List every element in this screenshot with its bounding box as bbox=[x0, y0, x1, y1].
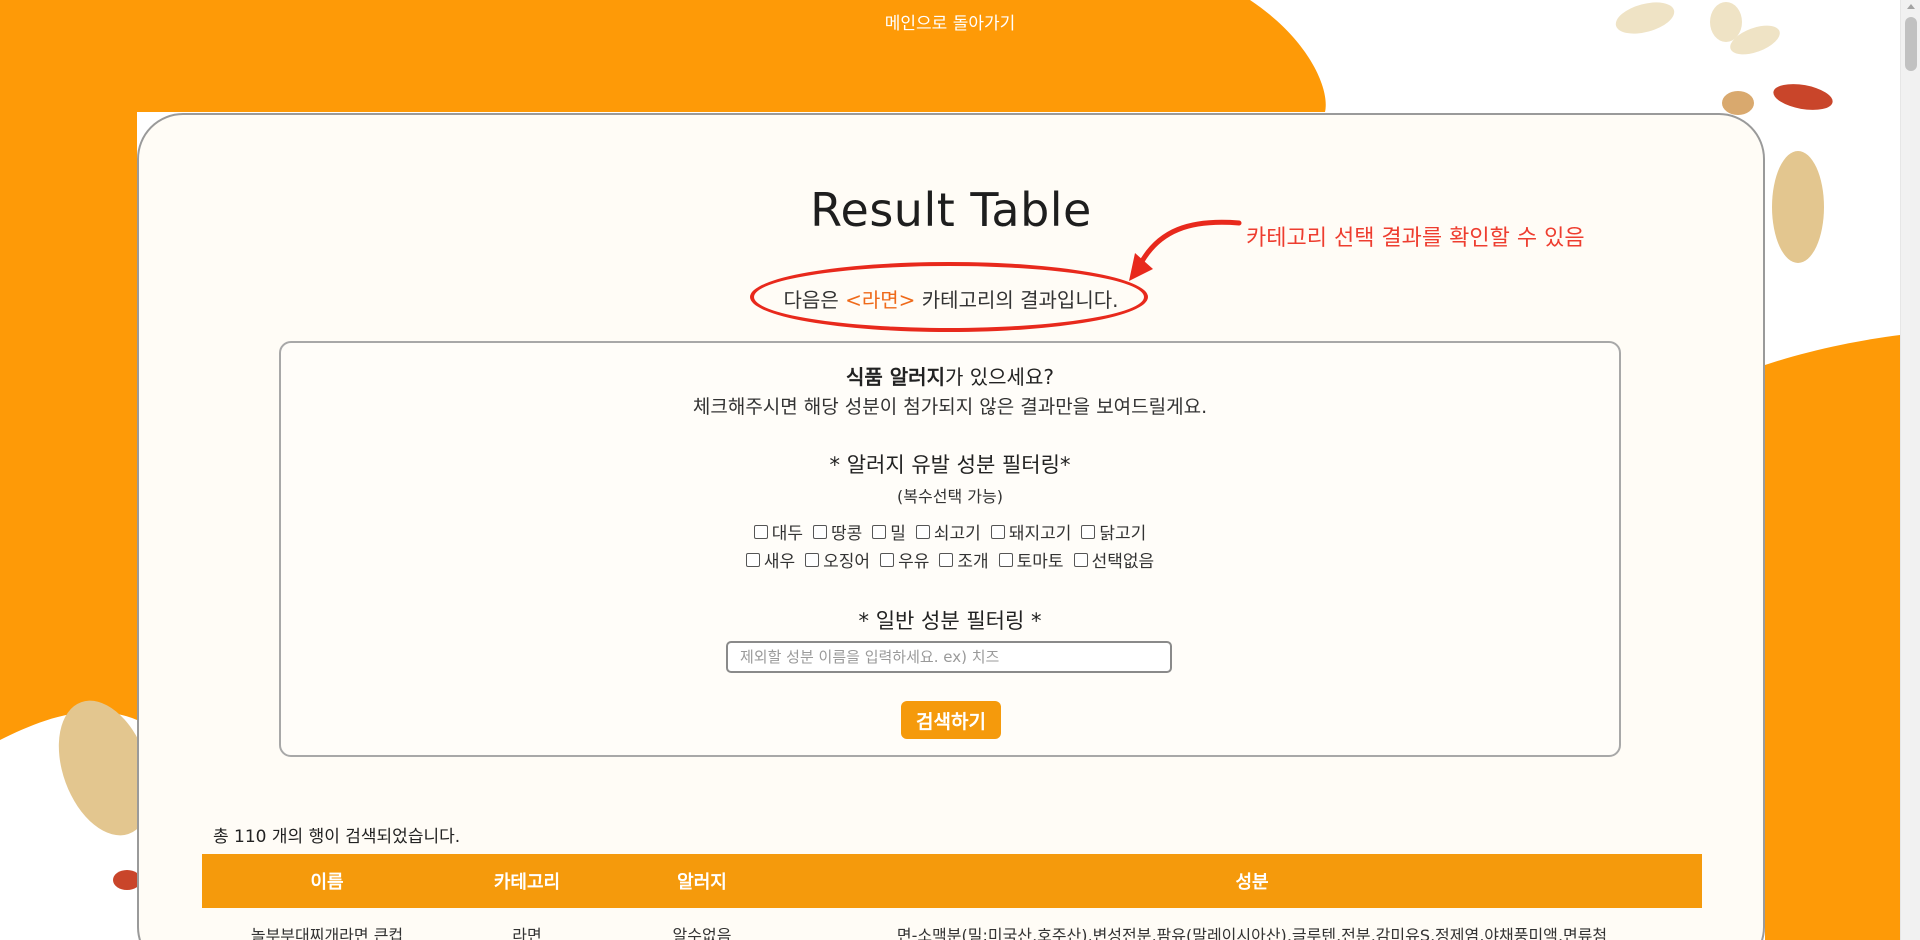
checkbox-icon[interactable] bbox=[939, 552, 954, 567]
filter-description: 체크해주시면 해당 성분이 첨가되지 않은 결과만을 보여드릴게요. bbox=[692, 396, 1208, 418]
search-button[interactable]: 검색하기 bbox=[901, 701, 1001, 739]
checkbox-icon[interactable] bbox=[872, 524, 887, 539]
checkbox-icon[interactable] bbox=[990, 524, 1005, 539]
allergen-label: 선택없음 bbox=[1091, 552, 1155, 572]
allergy-question-bold: 식품 알러지 bbox=[846, 365, 945, 389]
checkbox-icon[interactable] bbox=[1081, 524, 1096, 539]
allergen-label: 땅콩 bbox=[830, 524, 863, 544]
scrollbar-thumb[interactable] bbox=[1905, 17, 1917, 71]
allergen-label: 토마토 bbox=[1016, 552, 1064, 572]
back-to-main-link[interactable]: 메인으로 돌아가기 bbox=[885, 9, 1016, 34]
checkbox-icon[interactable] bbox=[812, 524, 827, 539]
allergen-checkbox-squid[interactable]: 오징어 bbox=[805, 547, 870, 572]
allergen-label: 쇠고기 bbox=[933, 524, 981, 544]
allergen-checkbox-shrimp[interactable]: 새우 bbox=[745, 547, 796, 572]
filter-panel: 식품 알러지가 있으세요? 체크해주시면 해당 성분이 첨가되지 않은 결과만을… bbox=[279, 341, 1621, 757]
table-row[interactable]: 놀부부대찌개라면 큰컵 라면 알수없음 면-소맥분(밀:미국산,호주산),변성전… bbox=[202, 908, 1702, 940]
cell-category: 라면 bbox=[452, 908, 602, 940]
allergen-checkbox-none[interactable]: 선택없음 bbox=[1073, 547, 1155, 572]
checkbox-icon[interactable] bbox=[880, 552, 895, 567]
checkbox-icon[interactable] bbox=[998, 552, 1013, 567]
allergen-checkbox-peanut[interactable]: 땅콩 bbox=[812, 519, 863, 544]
annotation-note: 카테고리 선택 결과를 확인할 수 있음 bbox=[1246, 226, 1585, 251]
allergy-filter-subtitle: (복수선택 가능) bbox=[897, 487, 1003, 506]
allergy-filter-title: * 알러지 유발 성분 필터링* bbox=[829, 453, 1071, 477]
allergen-label: 오징어 bbox=[823, 552, 871, 572]
checkbox-icon[interactable] bbox=[745, 552, 760, 567]
allergen-label: 돼지고기 bbox=[1008, 524, 1072, 544]
allergen-checkbox-row-2: 새우 오징어 우유 조개 토마토 선택없음 bbox=[281, 547, 1619, 572]
cell-name: 놀부부대찌개라면 큰컵 bbox=[202, 908, 452, 940]
exclude-ingredient-input[interactable] bbox=[726, 641, 1172, 673]
checkbox-icon[interactable] bbox=[1073, 552, 1088, 567]
allergen-checkbox-beef[interactable]: 쇠고기 bbox=[915, 519, 981, 544]
allergen-checkbox-tomato[interactable]: 토마토 bbox=[998, 547, 1064, 572]
checkbox-icon[interactable] bbox=[915, 524, 930, 539]
allergen-label: 대두 bbox=[771, 524, 803, 544]
allergen-checkbox-shellfish[interactable]: 조개 bbox=[939, 547, 989, 572]
result-table: 이름 카테고리 알러지 성분 놀부부대찌개라면 큰컵 라면 알수없음 면-소맥분… bbox=[202, 854, 1702, 940]
column-header-allergy[interactable]: 알러지 bbox=[602, 854, 802, 908]
allergen-label: 밀 bbox=[890, 524, 906, 544]
checkbox-icon[interactable] bbox=[753, 524, 768, 539]
allergy-question: 식품 알러지가 있으세요? bbox=[281, 361, 1619, 390]
allergen-checkbox-wheat[interactable]: 밀 bbox=[872, 519, 906, 544]
allergen-label: 닭고기 bbox=[1099, 524, 1147, 544]
scroll-up-arrow-icon[interactable] bbox=[1907, 4, 1915, 9]
allergy-question-rest: 가 있으세요? bbox=[944, 365, 1054, 389]
column-header-name[interactable]: 이름 bbox=[202, 854, 452, 908]
annotation-arrow-icon bbox=[1129, 219, 1242, 281]
column-header-category[interactable]: 카테고리 bbox=[452, 854, 602, 908]
checkbox-icon[interactable] bbox=[805, 552, 820, 567]
allergen-checkbox-soybean[interactable]: 대두 bbox=[753, 519, 803, 544]
allergen-checkbox-chicken[interactable]: 닭고기 bbox=[1081, 519, 1146, 544]
result-card: Result Table 다음은 <라면> 카테고리의 결과입니다. 카테고리 … bbox=[137, 113, 1765, 940]
allergen-checkbox-milk[interactable]: 우유 bbox=[880, 547, 929, 572]
highlight-ellipse bbox=[750, 262, 1148, 332]
allergen-checkbox-pork[interactable]: 돼지고기 bbox=[990, 519, 1072, 544]
allergen-label: 조개 bbox=[957, 552, 989, 572]
table-header-row: 이름 카테고리 알러지 성분 bbox=[202, 854, 1702, 908]
allergen-label: 우유 bbox=[898, 552, 930, 572]
allergen-checkbox-row-1: 대두 땅콩 밀 쇠고기 돼지고기 닭고기 bbox=[281, 519, 1619, 544]
general-filter-title: * 일반 성분 필터링 * bbox=[858, 609, 1042, 633]
row-count-text: 총 110 개의 행이 검색되었습니다. bbox=[213, 827, 461, 847]
top-nav: 메인으로 돌아가기 bbox=[0, 0, 1900, 45]
vertical-scrollbar[interactable] bbox=[1900, 0, 1920, 940]
allergen-label: 새우 bbox=[763, 552, 796, 572]
cell-allergy: 알수없음 bbox=[602, 908, 802, 940]
cell-ingredients: 면-소맥분(밀:미국산,호주산),변성전분,팜유(말레이시아산),글루텐,전분,… bbox=[802, 908, 1702, 940]
column-header-ingredients[interactable]: 성분 bbox=[802, 854, 1702, 908]
